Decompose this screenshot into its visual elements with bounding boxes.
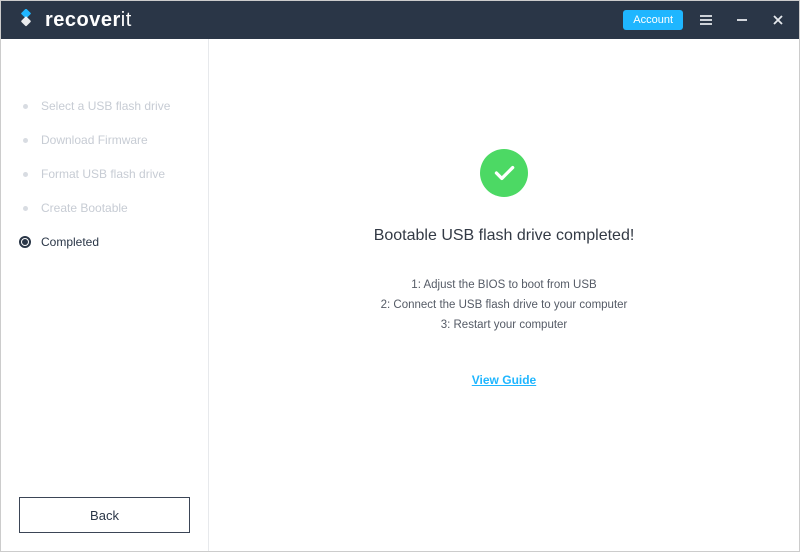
step-list: Select a USB flash drive Download Firmwa…	[1, 89, 208, 259]
brand-name: recoverit	[45, 9, 132, 32]
menu-icon[interactable]	[693, 7, 719, 33]
app-window: recoverit Account Select a USB flash dri…	[0, 0, 800, 552]
titlebar: recoverit Account	[1, 1, 799, 39]
titlebar-controls: Account	[623, 7, 791, 33]
completion-title: Bootable USB flash drive completed!	[374, 227, 635, 245]
back-button[interactable]: Back	[19, 497, 190, 533]
step-format-usb: Format USB flash drive	[19, 157, 208, 191]
step-bullet-icon	[19, 168, 31, 180]
step-create-bootable: Create Bootable	[19, 191, 208, 225]
account-button[interactable]: Account	[623, 10, 683, 30]
step-download-firmware: Download Firmware	[19, 123, 208, 157]
instruction-line: 1: Adjust the BIOS to boot from USB	[381, 279, 628, 291]
step-label: Completed	[41, 235, 99, 249]
instruction-line: 3: Restart your computer	[381, 319, 628, 331]
success-check-icon	[480, 149, 528, 197]
step-label: Create Bootable	[41, 201, 128, 215]
step-radio-icon	[19, 236, 31, 248]
view-guide-link[interactable]: View Guide	[472, 373, 536, 387]
step-bullet-icon	[19, 202, 31, 214]
brand: recoverit	[15, 9, 132, 32]
body: Select a USB flash drive Download Firmwa…	[1, 39, 799, 551]
instruction-line: 2: Connect the USB flash drive to your c…	[381, 299, 628, 311]
step-bullet-icon	[19, 134, 31, 146]
step-label: Format USB flash drive	[41, 167, 165, 181]
step-label: Select a USB flash drive	[41, 99, 170, 113]
step-label: Download Firmware	[41, 133, 148, 147]
brand-logo-icon	[15, 9, 37, 31]
step-completed: Completed	[19, 225, 208, 259]
main-content: Bootable USB flash drive completed! 1: A…	[209, 39, 799, 551]
close-icon[interactable]	[765, 7, 791, 33]
step-bullet-icon	[19, 100, 31, 112]
instructions: 1: Adjust the BIOS to boot from USB 2: C…	[381, 271, 628, 339]
sidebar-footer: Back	[1, 479, 208, 551]
minimize-icon[interactable]	[729, 7, 755, 33]
sidebar: Select a USB flash drive Download Firmwa…	[1, 39, 209, 551]
step-select-usb: Select a USB flash drive	[19, 89, 208, 123]
